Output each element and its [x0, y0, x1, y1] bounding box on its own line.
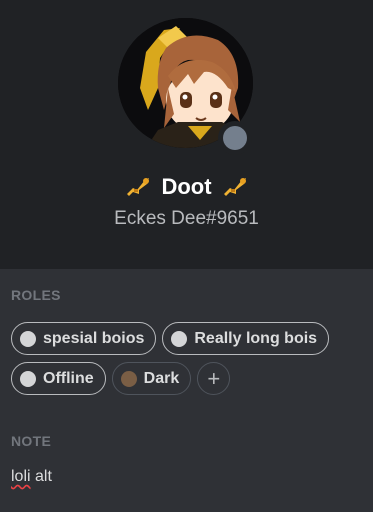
note-field[interactable]: loli alt [11, 468, 52, 486]
role-color-dot[interactable] [20, 370, 36, 387]
role-pill[interactable]: spesial boios [11, 322, 157, 355]
trumpet-icon [223, 178, 246, 196]
role-label: Really long bois [194, 329, 318, 347]
roles-list: spesial boios Really long bois Offline D… [11, 322, 361, 402]
add-role-button[interactable]: + [197, 362, 231, 395]
display-name: Doot [161, 174, 212, 199]
note-misspelled-word: loli [11, 468, 31, 485]
role-label: spesial boios [43, 329, 145, 347]
status-indicator [218, 121, 252, 155]
role-pill[interactable]: Dark [111, 362, 192, 395]
user-profile-popout: Doot Eckes Dee#9651 ROLES spesial boios … [0, 0, 373, 512]
username-tag[interactable]: Eckes Dee#9651 [0, 208, 373, 230]
plus-icon: + [207, 365, 221, 391]
role-color-dot[interactable] [120, 370, 137, 387]
note-text: alt [30, 468, 52, 485]
role-label: Offline [43, 369, 94, 387]
trumpet-icon [127, 178, 150, 196]
profile-header: Doot Eckes Dee#9651 [0, 0, 373, 269]
roles-row: spesial boios Really long bois [11, 322, 361, 355]
roles-row: Offline Dark + [11, 362, 361, 395]
role-color-dot[interactable] [20, 330, 36, 347]
role-pill[interactable]: Offline [11, 362, 106, 395]
roles-heading: ROLES [11, 287, 61, 303]
role-label: Dark [143, 369, 180, 387]
display-name-row: Doot [0, 172, 373, 202]
role-color-dot[interactable] [171, 330, 188, 347]
offline-status-icon [223, 126, 247, 150]
role-pill[interactable]: Really long bois [162, 322, 330, 355]
note-heading: NOTE [11, 433, 52, 449]
